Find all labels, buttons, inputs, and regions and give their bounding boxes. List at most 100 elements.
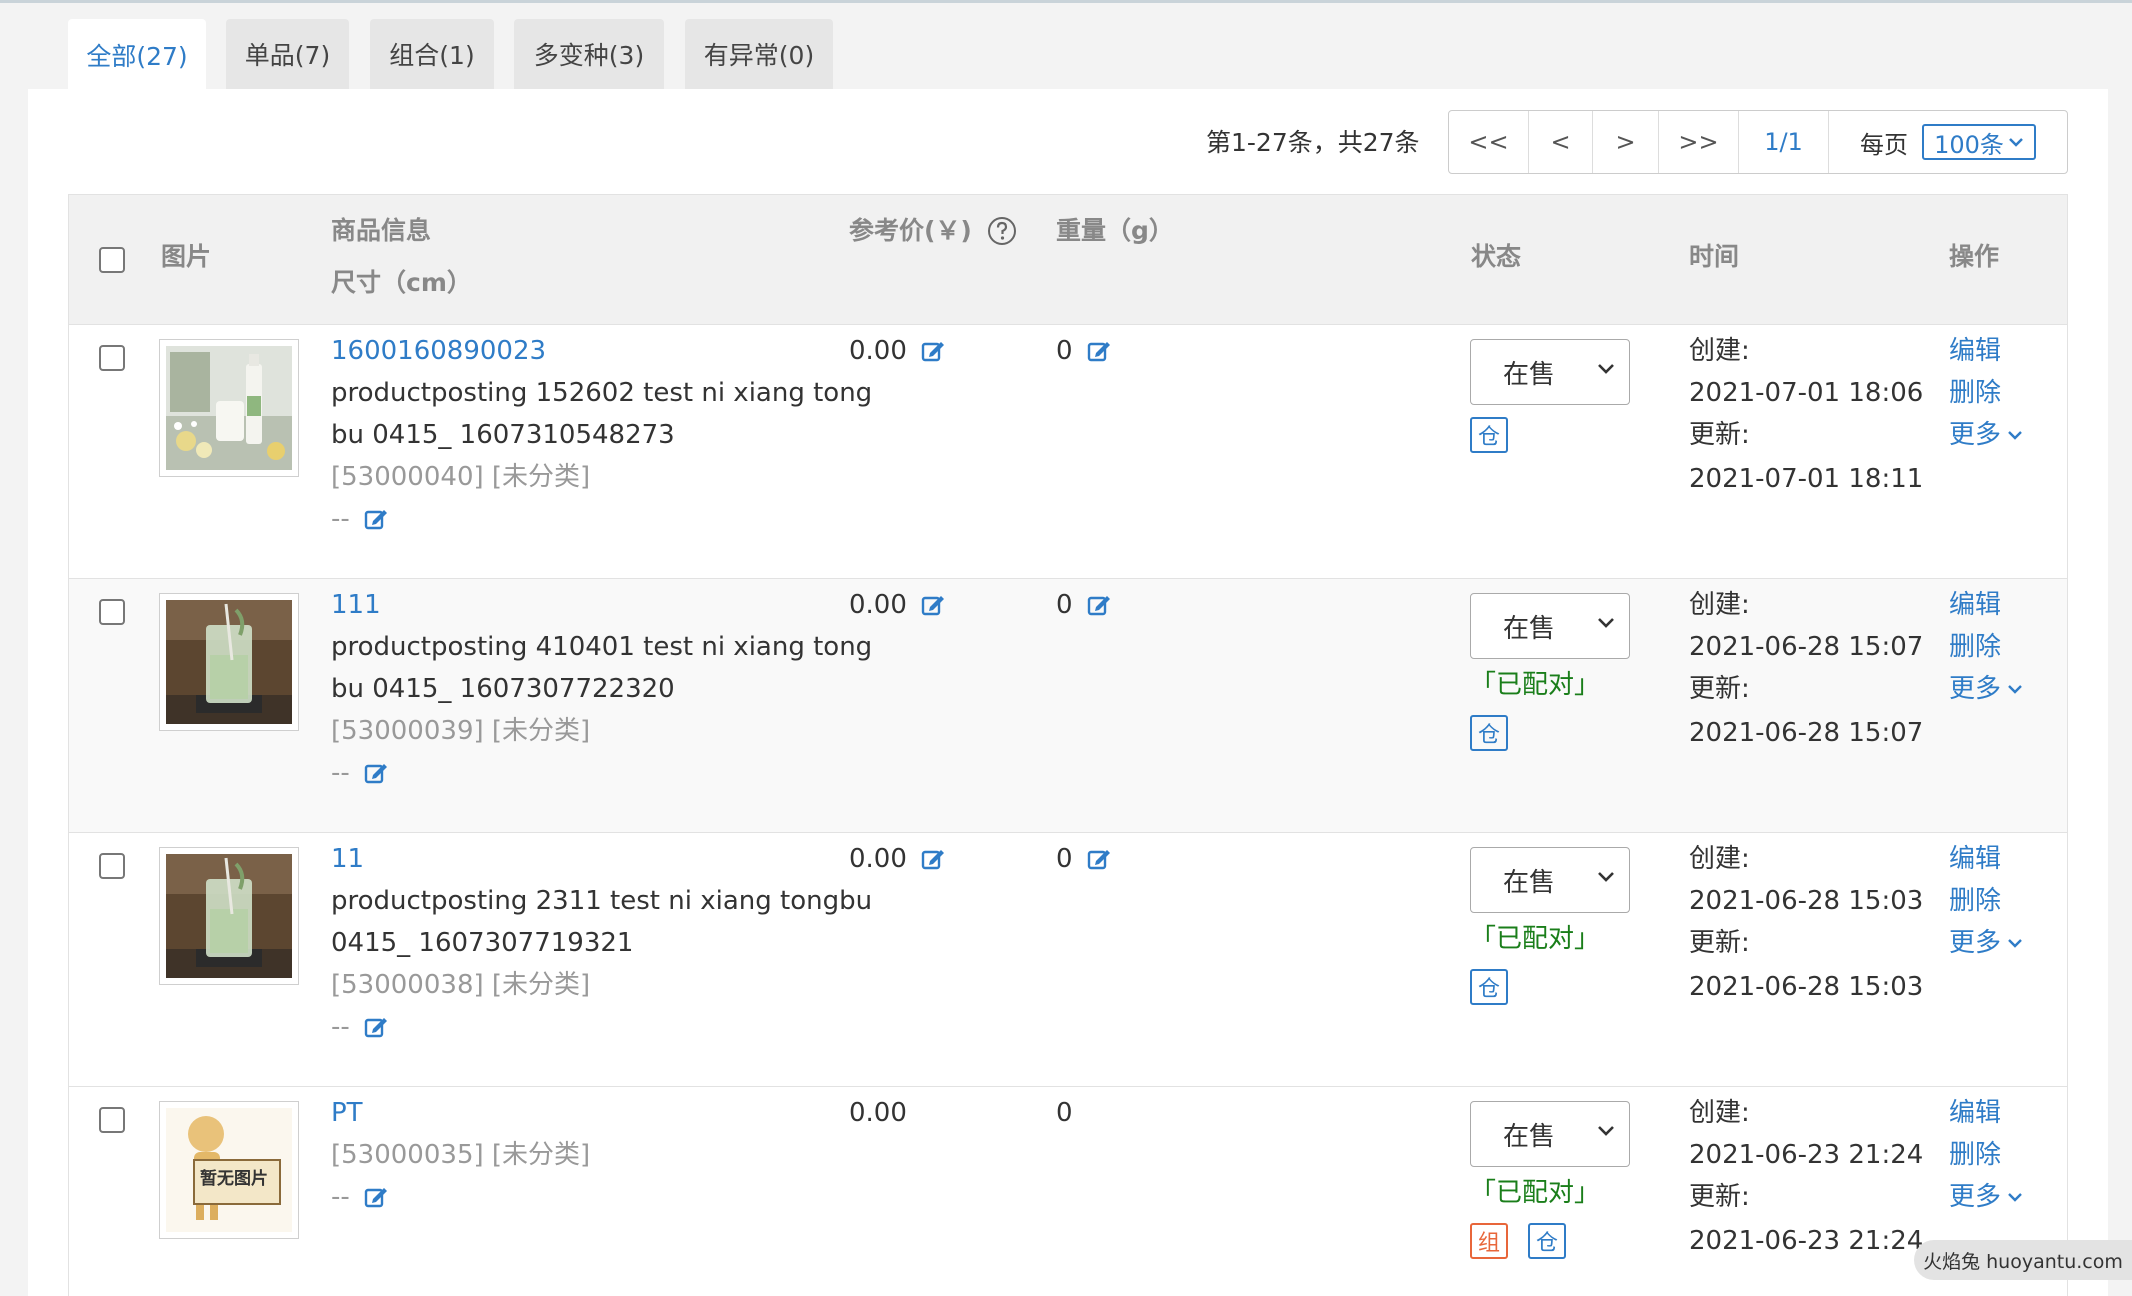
paired-status: 「已配对」 <box>1470 670 1601 700</box>
more-dropdown[interactable]: 更多 <box>1949 925 2023 961</box>
no-image-label: 暂无图片 <box>200 1169 268 1189</box>
product-title-link[interactable]: 1600160890023 <box>331 333 546 369</box>
product-title-link[interactable]: 111 <box>331 587 381 623</box>
warehouse-badge[interactable]: 仓 <box>1470 969 1508 1005</box>
table-row: 111 productposting 410401 test ni xiang … <box>69 579 2067 833</box>
delete-link[interactable]: 删除 <box>1949 375 2001 411</box>
tab-all[interactable]: 全部(27) <box>68 19 206 91</box>
edit-link[interactable]: 编辑 <box>1949 333 2001 369</box>
status-select[interactable]: 在售 <box>1470 593 1630 659</box>
status-select[interactable]: 在售 <box>1470 847 1630 913</box>
product-thumbnail[interactable]: 暂无图片 <box>159 1101 299 1239</box>
pagination-summary: 第1-27条，共27条 <box>1206 128 1420 157</box>
updated-time: 2021-06-23 21:24 <box>1689 1226 1924 1256</box>
dims-value: -- <box>331 1182 350 1212</box>
row-checkbox[interactable] <box>99 345 125 371</box>
product-dimensions: -- <box>331 755 388 791</box>
select-all-checkbox[interactable] <box>99 247 125 273</box>
product-dimensions: -- <box>331 501 388 537</box>
help-icon[interactable] <box>987 216 1017 246</box>
more-dropdown[interactable]: 更多 <box>1949 671 2023 707</box>
price-value: 0.00 <box>849 844 907 874</box>
status-select[interactable]: 在售 <box>1470 339 1630 405</box>
status-value: 在售 <box>1503 1121 1556 1152</box>
updated-time: 2021-06-28 15:07 <box>1689 718 1924 748</box>
table-row: 暂无图片 PT [53000035] [未分类] -- 0.00 0 在售 「已… <box>69 1087 2067 1296</box>
created-time: 2021-06-28 15:07 <box>1689 632 1924 662</box>
product-thumbnail[interactable] <box>159 339 299 477</box>
created-time: 2021-06-23 21:24 <box>1689 1140 1924 1170</box>
product-description: productposting 410401 test ni xiang tong <box>331 632 873 662</box>
edit-link[interactable]: 编辑 <box>1949 841 2001 877</box>
edit-icon[interactable] <box>364 1016 388 1038</box>
product-title-link[interactable]: 11 <box>331 841 364 877</box>
edit-link[interactable]: 编辑 <box>1949 587 2001 623</box>
status-value: 在售 <box>1503 867 1556 898</box>
product-description: 0415_ 1607307719321 <box>331 928 634 958</box>
prev-page-button[interactable]: < <box>1529 111 1593 173</box>
warehouse-badge[interactable]: 仓 <box>1470 715 1508 751</box>
next-page-button[interactable]: > <box>1593 111 1659 173</box>
chevron-down-icon <box>2008 1193 2022 1202</box>
product-thumbnail[interactable] <box>159 593 299 731</box>
edit-icon[interactable] <box>921 340 945 362</box>
tab-single[interactable]: 单品(7) <box>226 19 349 89</box>
col-action: 操作 <box>1949 242 2000 271</box>
table-row: 11 productposting 2311 test ni xiang ton… <box>69 833 2067 1087</box>
edit-icon[interactable] <box>364 508 388 530</box>
edit-icon[interactable] <box>1087 340 1111 362</box>
tab-combo[interactable]: 组合(1) <box>370 19 494 89</box>
edit-icon[interactable] <box>364 762 388 784</box>
per-page: 每页 100条 <box>1829 111 2067 173</box>
updated-time: 2021-06-28 15:03 <box>1689 972 1924 1002</box>
col-time: 时间 <box>1689 242 1740 271</box>
weight-cell: 0 <box>1056 333 1111 369</box>
page-size-select[interactable]: 100条 <box>1922 124 2036 160</box>
col-price-label: 参考价(￥) <box>849 216 972 245</box>
delete-link[interactable]: 删除 <box>1949 1137 2001 1173</box>
more-dropdown[interactable]: 更多 <box>1949 417 2023 453</box>
product-title-link[interactable]: PT <box>331 1095 363 1131</box>
edit-icon[interactable] <box>921 848 945 870</box>
last-page-button[interactable]: >> <box>1659 111 1739 173</box>
tab-variants[interactable]: 多变种(3) <box>514 19 664 89</box>
edit-icon[interactable] <box>921 594 945 616</box>
weight-value: 0 <box>1056 1098 1073 1128</box>
warehouse-badge[interactable]: 仓 <box>1528 1223 1566 1259</box>
combo-badge[interactable]: 组 <box>1470 1223 1508 1259</box>
first-page-button[interactable]: << <box>1449 111 1529 173</box>
edit-link[interactable]: 编辑 <box>1949 1095 2001 1131</box>
edit-icon[interactable] <box>1087 848 1111 870</box>
product-code: [53000035] [未分类] <box>331 1140 591 1170</box>
price-cell: 0.00 <box>849 587 945 623</box>
product-table: 图片 商品信息 尺寸（cm） 参考价(￥) 重量（g） 状态 时间 操作 160… <box>68 194 2068 1296</box>
row-checkbox[interactable] <box>99 599 125 625</box>
chevron-down-icon <box>2008 939 2022 948</box>
drink-glass-photo-image <box>166 600 292 724</box>
page-indicator: 1/1 <box>1739 111 1829 173</box>
row-checkbox[interactable] <box>99 1107 125 1133</box>
updated-label: 更新: <box>1689 928 1750 958</box>
more-dropdown[interactable]: 更多 <box>1949 1179 2023 1215</box>
edit-icon[interactable] <box>1087 594 1111 616</box>
weight-value: 0 <box>1056 336 1073 366</box>
edit-icon[interactable] <box>364 1186 388 1208</box>
tab-abnormal[interactable]: 有异常(0) <box>685 19 833 89</box>
product-code: [53000040] [未分类] <box>331 462 591 492</box>
price-value: 0.00 <box>849 590 907 620</box>
more-label: 更多 <box>1949 1182 2002 1212</box>
chevron-down-icon <box>1598 364 1614 374</box>
bottle-photo-image <box>166 346 292 470</box>
watermark: 火焰兔 huoyantu.com <box>1914 1240 2132 1280</box>
delete-link[interactable]: 删除 <box>1949 629 2001 665</box>
warehouse-badge[interactable]: 仓 <box>1470 417 1508 453</box>
row-checkbox[interactable] <box>99 853 125 879</box>
tab-label: 单品(7) <box>244 41 331 70</box>
table-header: 图片 商品信息 尺寸（cm） 参考价(￥) 重量（g） 状态 时间 操作 <box>69 195 2067 325</box>
product-dimensions: -- <box>331 1179 388 1215</box>
product-thumbnail[interactable] <box>159 847 299 985</box>
updated-label: 更新: <box>1689 420 1750 450</box>
dims-value: -- <box>331 1012 350 1042</box>
status-select[interactable]: 在售 <box>1470 1101 1630 1167</box>
delete-link[interactable]: 删除 <box>1949 883 2001 919</box>
